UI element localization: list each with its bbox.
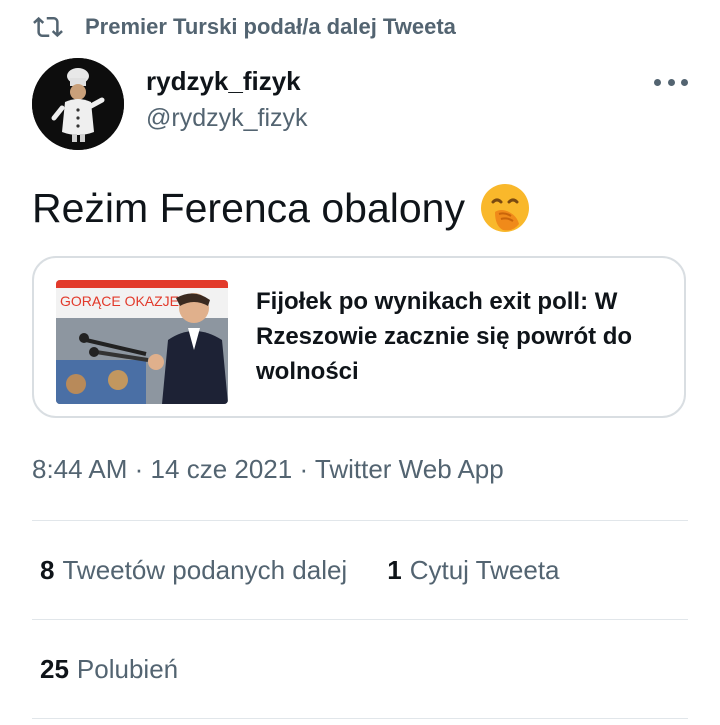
retweet-icon: [33, 16, 63, 38]
divider: [32, 718, 688, 719]
quotes-stat[interactable]: 1 Cytuj Tweeta: [387, 555, 559, 586]
retweet-label: Premier Turski podał/a dalej Tweeta: [85, 14, 456, 39]
tweet-meta: 8:44 AM · 14 cze 2021 · Twitter Web App: [32, 454, 504, 485]
likes-label: Polubień: [76, 654, 179, 684]
tweet-text: Reżim Ferenca obalony: [32, 182, 531, 234]
divider: [32, 619, 688, 620]
meta-separator: ·: [134, 454, 144, 484]
tweet-date[interactable]: 14 cze 2021: [151, 454, 293, 484]
meta-separator: ·: [299, 454, 309, 484]
retweets-stat[interactable]: 8 Tweetów podanych dalej: [40, 555, 347, 586]
tweet-time[interactable]: 8:44 AM: [32, 454, 127, 484]
quotes-count: 1: [387, 555, 402, 585]
stats-row: 8 Tweetów podanych dalej 1 Cytuj Tweeta: [40, 555, 560, 586]
quotes-label: Cytuj Tweeta: [409, 555, 560, 585]
tweet-body: Reżim Ferenca obalony: [32, 184, 465, 231]
likes-row: 25 Polubień: [40, 654, 178, 685]
author-handle[interactable]: @rydzyk_fizyk: [146, 104, 308, 133]
retweets-label: Tweetów podanych dalej: [62, 555, 348, 585]
likes-count: 25: [40, 654, 69, 684]
more-options-icon[interactable]: [654, 72, 688, 92]
more-dot: [681, 78, 688, 86]
retweets-count: 8: [40, 555, 55, 585]
link-card[interactable]: GORĄCE OKAZJE Fijołek po wynikach exit p…: [32, 256, 686, 418]
divider: [32, 520, 688, 521]
chef-figure-avatar: [32, 58, 124, 150]
likes-stat[interactable]: 25 Polubień: [40, 654, 178, 685]
more-dot: [667, 78, 675, 86]
more-dot: [654, 78, 661, 86]
avatar[interactable]: [32, 58, 124, 150]
tweet-source: Twitter Web App: [314, 454, 504, 484]
retweet-header[interactable]: Premier Turski podał/a dalej Tweeta: [33, 12, 456, 42]
author-name[interactable]: rydzyk_fizyk: [146, 66, 301, 97]
face-with-hand-over-mouth-emoji-icon: [480, 184, 529, 232]
card-title: Fijołek po wynikach exit poll: W Rzeszow…: [256, 288, 633, 385]
card-image-banner: GORĄCE OKAZJE: [60, 293, 179, 309]
card-image: GORĄCE OKAZJE: [56, 280, 228, 404]
